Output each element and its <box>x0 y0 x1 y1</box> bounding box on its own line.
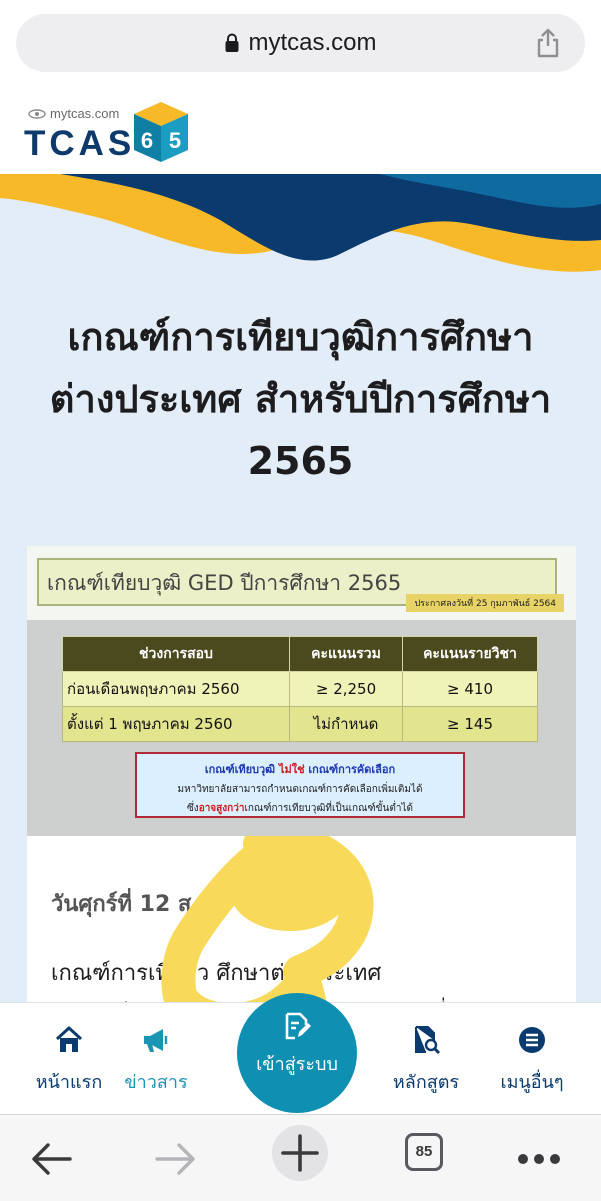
announce-date: ประกาศลงวันที่ 25 กุมภาพันธ์ 2564 <box>406 594 564 612</box>
browser-address-area: mytcas.com <box>0 0 601 88</box>
forward-arrow-icon <box>155 1143 195 1175</box>
nav-login-button[interactable]: เข้าสู่ระบบ <box>237 993 357 1113</box>
logo-wordmark: TCAS <box>24 124 136 163</box>
logo-domain: mytcas.com <box>50 106 120 121</box>
home-icon <box>55 1026 83 1052</box>
notice-line-2: มหาวิทยาลัยสามารถกำหนดเกณฑ์การคัดเลือกเพ… <box>177 784 423 795</box>
logo-cube-icon: 6 5 <box>134 102 188 162</box>
title-line-3: 2565 <box>247 439 354 483</box>
megaphone-icon <box>144 1029 168 1052</box>
eye-icon <box>28 108 46 119</box>
logo-digit-6: 6 <box>141 128 153 153</box>
plus-icon <box>272 1125 328 1181</box>
nav-news[interactable]: ข่าวสาร <box>101 1025 211 1096</box>
menu-icon <box>519 1027 545 1053</box>
table-header: คะแนนรายวิชา <box>402 636 538 672</box>
notice-box: เกณฑ์เทียบวุฒิ ไม่ใช่ เกณฑ์การคัดเลือก ม… <box>135 752 465 818</box>
url-text: mytcas.com <box>248 29 377 56</box>
nav-programs-label: หลักสูตร <box>392 1072 460 1093</box>
hero-wave-decoration <box>0 174 601 284</box>
table-header: ช่วงการสอบ <box>62 636 290 672</box>
title-line-1: เกณฑ์การเทียบวุฒิการศึกษา <box>67 315 534 359</box>
tcas-logo[interactable]: mytcas.com TCAS 6 5 <box>24 102 194 166</box>
back-button[interactable] <box>22 1129 82 1189</box>
forward-button[interactable] <box>145 1129 205 1189</box>
nav-programs[interactable]: หลักสูตร <box>371 1025 481 1096</box>
infographic-header: เกณฑ์เทียบวุฒิ GED ปีการศึกษา 2565 ประกา… <box>27 546 576 620</box>
notice-line-3: ซึ่งอาจสูงกว่าเกณฑ์การเทียบวุฒิที่เป็นเก… <box>187 803 413 814</box>
address-bar[interactable]: mytcas.com <box>16 14 585 72</box>
more-options-button[interactable] <box>509 1129 569 1189</box>
edit-document-icon <box>285 1012 311 1040</box>
table-cell: ก่อนเดือนพฤษภาคม 2560 <box>62 671 290 707</box>
document-search-icon <box>415 1026 441 1055</box>
share-icon[interactable] <box>533 27 563 59</box>
table-cell: ≥ 410 <box>402 671 538 707</box>
browser-toolbar: 85 <box>0 1114 601 1201</box>
table-row: ตั้งแต่ 1 พฤษภาคม 2560 ไม่กำหนด ≥ 145 <box>62 706 538 742</box>
nav-more[interactable]: เมนูอื่นๆ <box>477 1025 587 1096</box>
logo-digit-5: 5 <box>169 128 181 153</box>
logo-domain-row: mytcas.com <box>28 106 119 121</box>
notice-line-1: เกณฑ์เทียบวุฒิ ไม่ใช่ เกณฑ์การคัดเลือก <box>204 763 396 776</box>
nav-login-label: เข้าสู่ระบบ <box>256 1054 338 1075</box>
table-cell: ≥ 145 <box>402 706 538 742</box>
infographic-title: เกณฑ์เทียบวุฒิ GED ปีการศึกษา 2565 <box>47 571 402 595</box>
table-row: ก่อนเดือนพฤษภาคม 2560 ≥ 2,250 ≥ 410 <box>62 671 538 707</box>
nav-more-label: เมนูอื่นๆ <box>500 1072 564 1093</box>
nav-news-label: ข่าวสาร <box>124 1072 188 1093</box>
site-header: mytcas.com TCAS 6 5 <box>0 88 601 174</box>
table-cell: ตั้งแต่ 1 พฤษภาคม 2560 <box>62 706 290 742</box>
bottom-app-nav: หน้าแรก ข่าวสาร เข้าสู่ระบบ หลักสูตร เมน… <box>0 993 601 1115</box>
criteria-table: ช่วงการสอบ คะแนนรวม คะแนนรายวิชา ก่อนเดื… <box>62 636 538 742</box>
more-dots-icon <box>518 1154 560 1164</box>
title-line-2: ต่างประเทศ สำหรับปีการศึกษา <box>49 377 552 421</box>
back-arrow-icon <box>32 1143 72 1175</box>
lock-icon <box>225 33 239 52</box>
address-display: mytcas.com <box>16 14 585 72</box>
table-header: คะแนนรวม <box>289 636 403 672</box>
ged-criteria-infographic: เกณฑ์เทียบวุฒิ GED ปีการศึกษา 2565 ประกา… <box>27 546 576 836</box>
page-title: เกณฑ์การเทียบวุฒิการศึกษา ต่างประเทศ สำห… <box>20 306 581 492</box>
table-cell: ไม่กำหนด <box>289 706 403 742</box>
article-line-1: เกณฑ์การเทียบว ศึกษาต่างประเทศ <box>51 961 382 986</box>
table-cell: ≥ 2,250 <box>289 671 403 707</box>
article-date: วันศุกร์ที่ 12 ส <box>51 892 192 917</box>
new-tab-button[interactable] <box>270 1123 330 1183</box>
tab-switcher-button[interactable]: 85 <box>405 1133 443 1171</box>
